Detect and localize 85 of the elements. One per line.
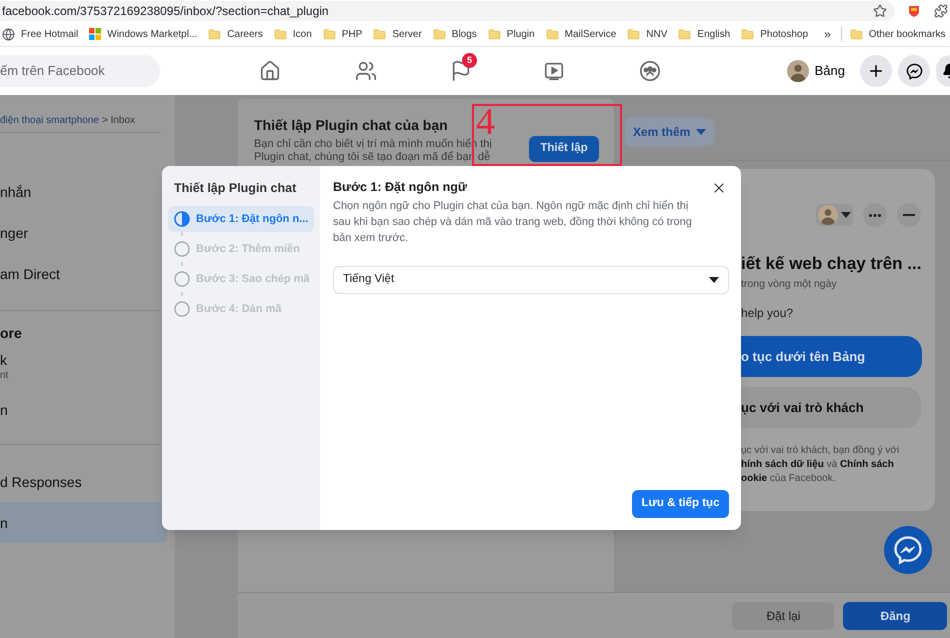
breadcrumb-text: > Inbox [102,114,136,128]
extension-icon[interactable] [907,4,921,18]
profile-button[interactable]: Bảng [786,60,845,82]
folder-icon [274,28,287,40]
sidebar-item[interactable]: am Direct [0,253,160,294]
section-heading: ore [0,324,23,343]
bookmark-link[interactable]: Icon [292,26,312,42]
folder-icon [678,28,692,40]
empty-circle-icon [174,240,190,257]
sidebar-item[interactable]: n [0,389,160,430]
caret-icon [696,128,706,134]
globe-icon [2,28,15,40]
guest-button[interactable]: ục với vai trò khách [741,387,922,428]
chat-title: iết kế web chạy trên ... [741,253,922,275]
friends-icon [355,60,377,82]
address-bar[interactable]: facebook.com/375372169238095/inbox/?section=chat_plugin [0,1,895,21]
half-filled-circle-icon [174,210,190,227]
save-continue-button[interactable]: Lưu & tiếp tục [632,490,729,518]
folder-icon [322,28,336,40]
folder-icon [741,28,754,40]
item-subtitle: nt [0,368,10,382]
bookmark-link[interactable]: NNV [646,26,668,42]
create-button[interactable] [860,55,892,87]
step-heading: Bước 1: Đặt ngôn ngữ [333,179,467,196]
bookmark-link[interactable]: Free Hotmail [21,26,78,42]
breadcrumb-link[interactable]: điện thoại smartphone [0,113,99,128]
publish-button[interactable]: Đăng [843,602,948,630]
step-description: Chọn ngôn ngữ cho Plugin chat của bạn. Ngôn ngữ mặc định chỉ hiển thị sau khi bạn sao chép và dán mã vào trang web, đồng thời không có trong bản xem trước. [333,198,693,246]
sidebar-item[interactable]: d Responses [0,461,160,502]
folder-icon [850,28,863,40]
bookmark-star-icon[interactable] [873,4,887,18]
extensions-icon[interactable] [934,4,948,18]
folder-icon [208,28,222,40]
more-icon [869,214,882,216]
caret-icon [841,212,852,218]
empty-circle-icon [174,270,190,287]
bookmark-link[interactable]: Plugin [506,26,535,42]
avatar-icon [818,205,838,225]
minimize-button[interactable] [897,203,922,227]
chat-subtitle: trong vòng một ngày [741,276,838,292]
avatar-icon [786,60,809,82]
messenger-icon [906,62,922,80]
folder-icon [432,28,446,40]
card-title: Thiết lập Plugin chat của bạn [254,116,448,135]
setup-button[interactable]: Thiết lập [529,136,599,162]
caret-icon [709,276,719,283]
home-icon [259,60,281,82]
plus-icon [867,62,885,80]
sidebar-item[interactable]: k nt [0,345,160,389]
folder-icon [546,28,559,40]
folder-icon [627,28,640,40]
notification-badge: 5 [462,53,477,68]
more-bookmarks-button[interactable]: » [824,25,831,43]
video-icon [543,60,565,82]
folder-icon [373,28,386,40]
bookmark-link[interactable]: Photoshop [760,26,808,42]
annotation-number: 4 [476,107,495,137]
search-field[interactable]: ếm trên Facebook [0,55,160,87]
messenger-icon [893,535,923,565]
windows-logo-icon [89,28,102,40]
folder-icon [488,28,501,40]
groups-icon [639,60,661,82]
more-button[interactable] [863,203,888,227]
notifications-button[interactable] [936,55,950,87]
minimize-icon [903,214,916,216]
sidebar-item[interactable]: nhắn [0,171,160,212]
bookmark-link[interactable]: PHP [342,26,362,42]
bookmark-link[interactable]: Blogs [452,26,477,42]
bookmark-link[interactable]: Server [392,26,422,42]
bookmark-link[interactable]: Windows Marketpl... [107,26,198,42]
empty-circle-icon [174,300,190,317]
continue-button[interactable]: o tục dưới tên Bảng [741,336,922,378]
reset-button[interactable]: Đặt lại [732,602,834,630]
dialog-title: Thiết lập Plugin chat [174,180,298,197]
messenger-button[interactable] [898,55,930,87]
account-switcher[interactable] [816,204,854,226]
bookmark-link[interactable]: English [697,26,730,42]
sidebar-item[interactable]: nger [0,212,160,253]
bookmark-link[interactable]: MailService [564,26,616,42]
bookmark-link[interactable]: Careers [227,26,263,42]
sidebar-item[interactable]: n [0,502,167,543]
bookmark-link[interactable]: Other bookmarks [868,26,946,42]
language-select[interactable]: Tiếng Việt [333,266,729,294]
legal-text: ục với vai trò khách, bạn đồng ý với hính sách dữ liệu và Chính sách ookie của Facebook. [741,444,900,486]
chat-question: help you? [741,305,794,322]
